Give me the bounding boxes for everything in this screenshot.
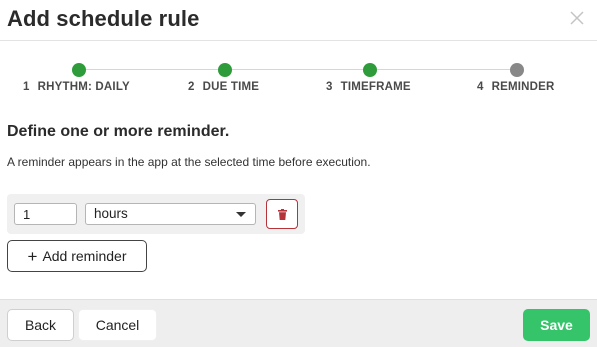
close-icon[interactable]	[569, 10, 585, 26]
step-name: RHYTHM: DAILY	[37, 81, 130, 93]
schedule-rule-dialog: Add schedule rule 1 RHYTHM: DAILY 2 DUE TI…	[0, 0, 597, 347]
step-number: 4	[477, 81, 484, 93]
dialog-footer: Back Cancel Save	[0, 299, 597, 347]
step-2-dot	[218, 63, 232, 77]
delete-reminder-button[interactable]	[266, 199, 298, 229]
save-button[interactable]: Save	[523, 309, 590, 341]
caret-down-icon	[236, 212, 246, 217]
add-reminder-label: Add reminder	[42, 248, 127, 264]
reminder-row: hours	[7, 194, 305, 234]
step-4-label: 4 REMINDER	[477, 81, 555, 93]
reminder-unit-value: hours	[94, 206, 128, 221]
stepper-track	[79, 69, 517, 70]
wizard-stepper: 1 RHYTHM: DAILY 2 DUE TIME 3 TIMEFRAME 4 REM…	[0, 60, 597, 100]
step-number: 1	[23, 81, 30, 93]
step-number: 3	[326, 81, 333, 93]
section-heading: Define one or more reminder.	[7, 123, 230, 140]
trash-icon	[278, 209, 287, 220]
dialog-title: Add schedule rule	[7, 6, 200, 31]
plus-icon: +	[27, 246, 38, 266]
add-reminder-button[interactable]: + Add reminder	[7, 240, 147, 272]
dialog-header: Add schedule rule	[0, 0, 597, 41]
back-button[interactable]: Back	[7, 309, 74, 341]
step-1-dot	[72, 63, 86, 77]
step-name: DUE TIME	[202, 81, 260, 93]
step-name: REMINDER	[491, 81, 555, 93]
reminder-unit-select[interactable]: hours	[85, 203, 256, 225]
step-4-dot	[510, 63, 524, 77]
step-name: TIMEFRAME	[340, 81, 411, 93]
step-number: 2	[188, 81, 195, 93]
section-description: A reminder appears in the app at the sel…	[7, 155, 371, 169]
cancel-button[interactable]: Cancel	[78, 309, 157, 341]
reminder-amount-input[interactable]	[14, 203, 77, 225]
step-3-dot	[363, 63, 377, 77]
step-3-label[interactable]: 3 TIMEFRAME	[326, 81, 411, 93]
step-2-label[interactable]: 2 DUE TIME	[188, 81, 259, 93]
step-1-label[interactable]: 1 RHYTHM: DAILY	[23, 81, 130, 93]
